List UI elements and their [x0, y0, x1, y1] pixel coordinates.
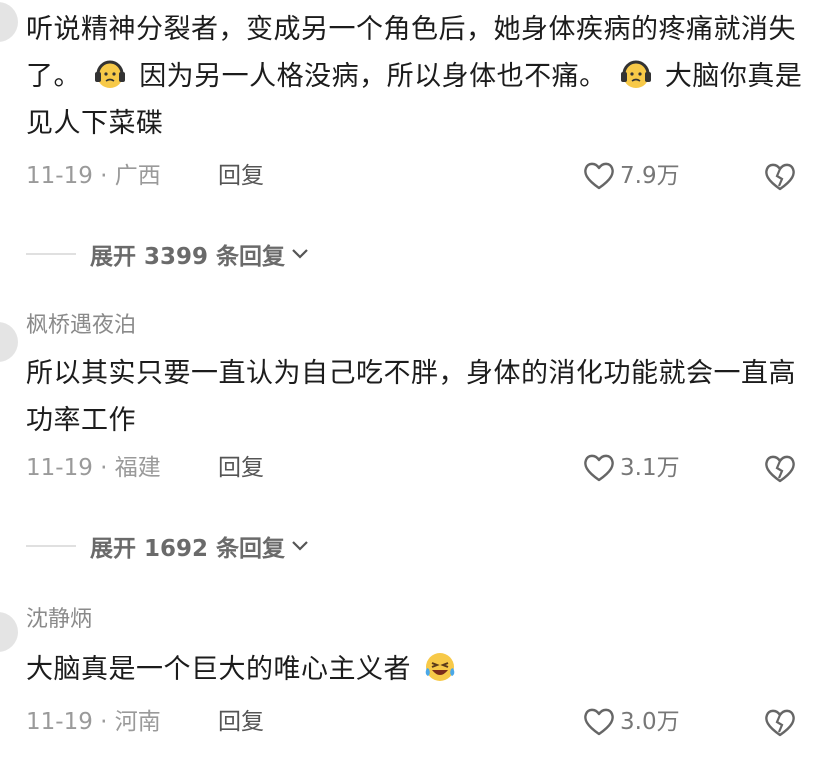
broken-heart-icon[interactable] [762, 454, 798, 484]
comment-date-location: 11-19 · 福建 [26, 455, 161, 481]
comment-text: 听说精神分裂者，变成另一个角色后，她身体疾病的疼痛就消失了。 因为另一人格没病，… [26, 6, 806, 147]
like-button[interactable]: 3.1万 [582, 448, 680, 488]
like-count: 3.0万 [620, 709, 680, 735]
comment-date-location: 11-19 · 河南 [26, 709, 161, 735]
comment-text: 所以其实只要一直认为自己吃不胖，身体的消化功能就会一直高功率工作 [26, 358, 796, 436]
heart-outline-icon [584, 162, 614, 190]
comment-meta: 11-19 · 河南 回复 3.0万 [26, 702, 806, 742]
like-count: 3.1万 [620, 455, 680, 481]
expand-replies-label: 展开 3399 条回复 [90, 244, 286, 270]
comment-text-part: 大脑真是一个巨大的唯心主义者 [26, 654, 411, 685]
comment-1: 听说精神分裂者，变成另一个角色后，她身体疾病的疼痛就消失了。 因为另一人格没病，… [26, 6, 806, 147]
reply-button[interactable]: 回复 [218, 702, 264, 742]
avatar[interactable] [0, 322, 18, 362]
comment-3: 沈静炳 大脑真是一个巨大的唯心主义者 [26, 606, 806, 693]
expand-replies-button[interactable]: 展开 1692 条回复 [26, 528, 309, 564]
like-button[interactable]: 3.0万 [582, 702, 680, 742]
worried-headphones-emoji [620, 60, 651, 88]
avatar[interactable] [0, 2, 18, 42]
comment-date-location: 11-19 · 广西 [26, 163, 161, 189]
comment-author[interactable]: 沈静炳 [26, 606, 806, 634]
worried-headphones-emoji [95, 60, 126, 88]
broken-heart-icon[interactable] [762, 162, 798, 192]
comment-meta: 11-19 · 福建 回复 3.1万 [26, 448, 806, 488]
divider-line [26, 545, 76, 547]
comment-2: 枫桥遇夜泊 所以其实只要一直认为自己吃不胖，身体的消化功能就会一直高功率工作 [26, 312, 806, 444]
comment-meta: 11-19 · 广西 回复 7.9万 [26, 156, 806, 196]
chevron-down-icon [292, 249, 308, 259]
like-button[interactable]: 7.9万 [582, 156, 680, 196]
heart-outline-icon [584, 454, 614, 482]
like-count: 7.9万 [620, 163, 680, 189]
broken-heart-icon[interactable] [762, 708, 798, 738]
divider-line [26, 253, 76, 255]
avatar[interactable] [0, 612, 18, 652]
chevron-down-icon [292, 541, 308, 551]
expand-replies-button[interactable]: 展开 3399 条回复 [26, 236, 309, 272]
reply-button[interactable]: 回复 [218, 156, 264, 196]
laughing-tears-emoji [425, 653, 455, 681]
heart-outline-icon [584, 708, 614, 736]
comment-author[interactable]: 枫桥遇夜泊 [26, 312, 806, 340]
expand-replies-label: 展开 1692 条回复 [90, 536, 286, 562]
comment-text: 大脑真是一个巨大的唯心主义者 [26, 646, 806, 693]
reply-button[interactable]: 回复 [218, 448, 264, 488]
comment-text-part: 因为另一人格没病，所以身体也不痛。 [139, 61, 607, 92]
